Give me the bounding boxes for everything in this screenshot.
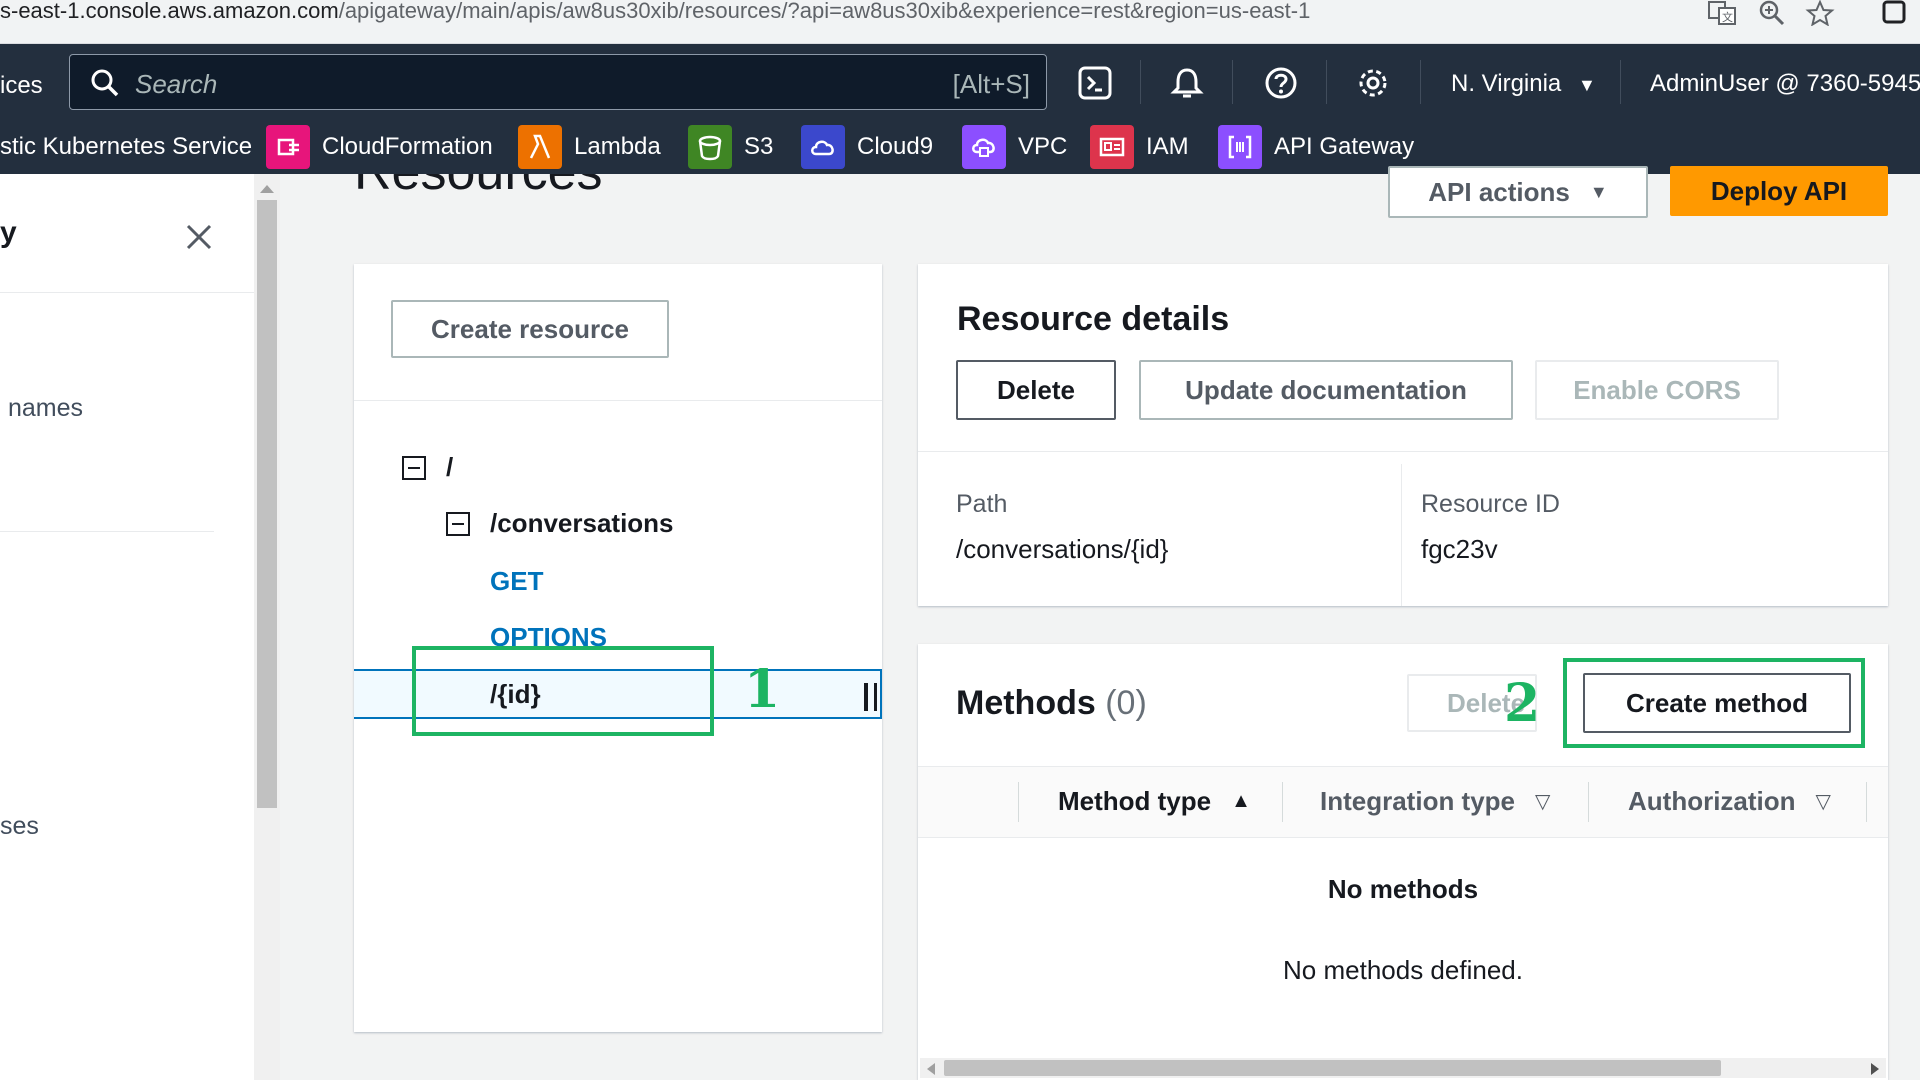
- close-icon[interactable]: [184, 222, 214, 252]
- service-shortcut-label: API Gateway: [1274, 133, 1415, 160]
- extension-icon[interactable]: [1880, 0, 1910, 26]
- browser-url-bar[interactable]: s-east-1.console.aws.amazon.com/apigatew…: [0, 0, 1920, 44]
- delete-label: Delete: [996, 374, 1076, 405]
- help-icon[interactable]: [1264, 66, 1298, 100]
- empty-state-title: No methods: [1327, 874, 1479, 904]
- services-menu[interactable]: ices: [0, 72, 43, 100]
- url-path: /apigateway/main/apis/aw8us30xib/resourc…: [338, 0, 1311, 23]
- deploy-api-label: Deploy API: [1710, 175, 1848, 206]
- enable-cors-label: Enable CORS: [1573, 374, 1741, 405]
- caret-down-icon: ▼: [1577, 75, 1596, 95]
- resize-handle[interactable]: [874, 683, 877, 711]
- update-documentation-button[interactable]: Update documentation: [1139, 360, 1513, 420]
- region-selector[interactable]: N. Virginia ▼: [1451, 70, 1596, 98]
- service-shortcut-label: CloudFormation: [322, 133, 493, 160]
- path-value: /conversations/{id}: [956, 534, 1169, 564]
- path-label: Path: [956, 490, 1008, 518]
- leftnav-item-custom-domain-names[interactable]: names: [8, 394, 83, 423]
- empty-state-description: No methods defined.: [1283, 955, 1523, 985]
- methods-heading-label: Methods: [956, 684, 1096, 722]
- zoom-icon[interactable]: [1757, 0, 1787, 26]
- cloudshell-icon[interactable]: [1078, 66, 1112, 100]
- service-shortcut-label: stic Kubernetes Service: [0, 133, 253, 160]
- region-label: N. Virginia: [1451, 70, 1562, 97]
- resource-details-heading: Resource details: [957, 300, 1230, 338]
- delete-resource-button[interactable]: Delete: [956, 360, 1116, 420]
- col-authorization-label: Authorization: [1628, 786, 1796, 816]
- collapse-conversations-icon[interactable]: [446, 512, 470, 536]
- annotation-box-2: [1563, 658, 1865, 748]
- col-authorization[interactable]: Authorization ▽: [1628, 786, 1831, 817]
- service-shortcut-label: Lambda: [574, 133, 661, 160]
- url-text[interactable]: s-east-1.console.aws.amazon.com/apigatew…: [0, 0, 1680, 24]
- sort-descending-icon: ▽: [1535, 791, 1551, 813]
- resource-id-value: fgc23v: [1421, 534, 1498, 564]
- col-integration-type[interactable]: Integration type ▽: [1320, 786, 1550, 817]
- left-navigation: y names ses: [0, 174, 260, 1080]
- search-shortcut: [Alt+S]: [952, 69, 1030, 99]
- nav-gutter: [280, 174, 294, 1080]
- scroll-right-arrow-icon[interactable]: [1870, 1062, 1880, 1076]
- service-shortcut-label: S3: [744, 133, 774, 160]
- scroll-left-arrow-icon[interactable]: [926, 1062, 936, 1076]
- text-cursor: [864, 683, 868, 711]
- col-method-type[interactable]: Method type ▲: [1058, 786, 1251, 817]
- search-icon: [91, 69, 119, 97]
- account-menu[interactable]: AdminUser @ 7360-5945-: [1650, 70, 1920, 98]
- api-actions-label: API actions: [1428, 176, 1570, 207]
- methods-count: (0): [1105, 684, 1147, 722]
- service-shortcut-label: Cloud9: [857, 133, 934, 160]
- col-method-type-label: Method type: [1058, 786, 1212, 816]
- caret-down-icon: ▼: [1589, 181, 1608, 202]
- settings-gear-icon[interactable]: [1356, 66, 1390, 100]
- enable-cors-button: Enable CORS: [1535, 360, 1779, 420]
- search-placeholder: Search: [135, 69, 218, 99]
- create-resource-button[interactable]: Create resource: [391, 300, 669, 358]
- aws-console-header: ices Search [Alt+S] N. Virginia ▼ AdminU…: [0, 44, 1920, 174]
- translate-icon[interactable]: 文: [1707, 0, 1737, 26]
- service-shortcut-label: IAM: [1146, 133, 1189, 160]
- annotation-box-1: [412, 646, 714, 736]
- annotation-step-2: 2: [1504, 673, 1541, 734]
- create-resource-label: Create resource: [431, 313, 629, 344]
- sort-descending-icon: ▽: [1815, 791, 1831, 813]
- svg-text:文: 文: [1722, 10, 1733, 24]
- annotation-step-1: 1: [744, 659, 781, 720]
- collapse-root-icon[interactable]: [402, 456, 426, 480]
- update-documentation-label: Update documentation: [1185, 374, 1467, 405]
- methods-heading: Methods (0): [956, 684, 1147, 723]
- leftnav-title: y: [0, 216, 17, 249]
- bookmark-star-icon[interactable]: [1805, 0, 1835, 26]
- search-input[interactable]: Search [Alt+S]: [69, 54, 1047, 110]
- url-host: s-east-1.console.aws.amazon.com: [0, 0, 339, 23]
- notifications-bell-icon[interactable]: [1170, 66, 1204, 100]
- methods-scrollbar-thumb[interactable]: [944, 1060, 1721, 1076]
- scroll-up-arrow-icon[interactable]: [259, 184, 275, 194]
- col-integration-type-label: Integration type: [1320, 786, 1516, 816]
- service-shortcut-label: VPC: [1018, 133, 1068, 160]
- resource-id-label: Resource ID: [1421, 490, 1560, 518]
- tree-method-get[interactable]: GET: [490, 566, 543, 597]
- service-shortcut-eks[interactable]: stic Kubernetes Service: [0, 125, 252, 169]
- tree-node-root[interactable]: /: [446, 452, 453, 483]
- leftnav-item-usage-plans[interactable]: ses: [0, 812, 39, 841]
- leftnav-scrollbar-thumb[interactable]: [257, 200, 277, 808]
- tree-node-conversations[interactable]: /conversations: [490, 508, 674, 539]
- sort-ascending-icon: ▲: [1231, 790, 1251, 812]
